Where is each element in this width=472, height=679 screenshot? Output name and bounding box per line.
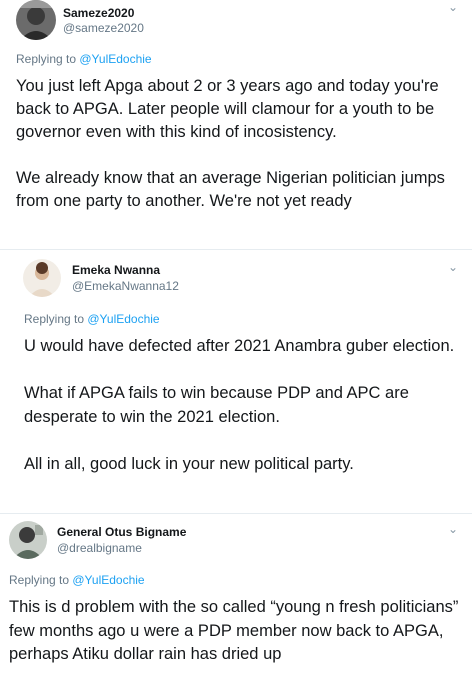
user-handle[interactable]: @sameze2020 bbox=[63, 21, 144, 35]
tweet-emeka-nwanna[interactable]: Emeka Nwanna @EmekaNwanna12 ⌄ Replying t… bbox=[0, 250, 472, 512]
user-handle[interactable]: @drealbigname bbox=[57, 541, 142, 555]
replying-to: Replying to @YulEdochie bbox=[24, 312, 160, 326]
tweet-text: U would have defected after 2021 Anambra… bbox=[24, 337, 455, 473]
avatar[interactable] bbox=[23, 259, 61, 297]
display-name[interactable]: Sameze2020 bbox=[63, 6, 134, 20]
replying-to: Replying to @YulEdochie bbox=[9, 573, 145, 587]
replying-to-prefix: Replying to bbox=[24, 312, 88, 326]
tweet-text: You just left Apga about 2 or 3 years ag… bbox=[16, 77, 445, 210]
tweet-text: This is d problem with the so called “yo… bbox=[9, 598, 459, 663]
chevron-down-icon[interactable]: ⌄ bbox=[448, 522, 458, 536]
tweet-sameze2020[interactable]: Sameze2020 @sameze2020 ⌄ Replying to @Yu… bbox=[0, 0, 472, 247]
replying-to-prefix: Replying to bbox=[16, 52, 80, 66]
mention-link[interactable]: @YulEdochie bbox=[87, 312, 159, 326]
tweet-general-otus-bigname[interactable]: General Otus Bigname @drealbigname ⌄ Rep… bbox=[0, 514, 472, 679]
tweet-thread: Sameze2020 @sameze2020 ⌄ Replying to @Yu… bbox=[0, 0, 472, 679]
replying-to-prefix: Replying to bbox=[9, 573, 73, 587]
display-name[interactable]: General Otus Bigname bbox=[57, 525, 186, 539]
user-handle[interactable]: @EmekaNwanna12 bbox=[72, 279, 179, 293]
chevron-down-icon[interactable]: ⌄ bbox=[448, 260, 458, 274]
replying-to: Replying to @YulEdochie bbox=[16, 52, 152, 66]
avatar[interactable] bbox=[16, 0, 56, 40]
chevron-down-icon[interactable]: ⌄ bbox=[448, 0, 458, 14]
mention-link[interactable]: @YulEdochie bbox=[72, 573, 144, 587]
display-name[interactable]: Emeka Nwanna bbox=[72, 263, 160, 277]
avatar[interactable] bbox=[9, 521, 47, 559]
mention-link[interactable]: @YulEdochie bbox=[79, 52, 151, 66]
